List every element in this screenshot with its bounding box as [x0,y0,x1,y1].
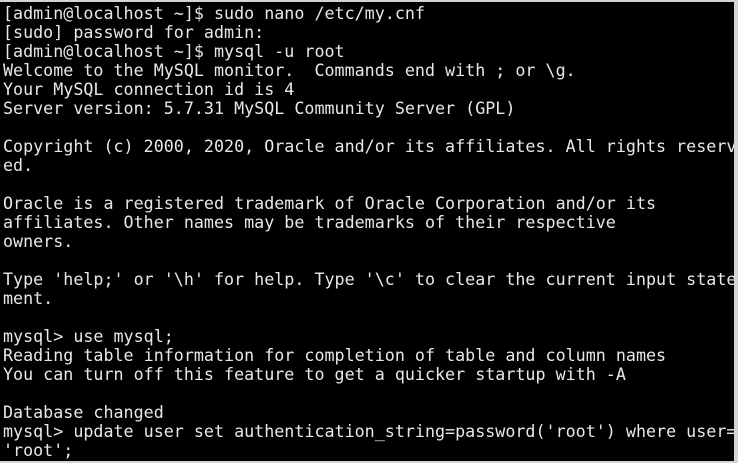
terminal-line: Server version: 5.7.31 MySQL Community S… [3,98,516,118]
terminal-output: [admin@localhost ~]$ sudo nano /etc/my.c… [3,4,734,460]
terminal-line: Welcome to the MySQL monitor. Commands e… [3,60,576,80]
terminal-line: Reading table information for completion… [3,345,667,365]
terminal-line: mysql> update user set authentication_st… [3,421,734,441]
terminal-line: ment. [3,288,54,308]
terminal-line: Copyright (c) 2000, 2020, Oracle and/or … [3,136,734,156]
terminal-line: mysql> use mysql; [3,326,174,346]
terminal-line: [admin@localhost ~]$ mysql -u root [3,41,345,61]
terminal-line: affiliates. Other names may be trademark… [3,212,616,232]
terminal-line: owners. [3,231,74,251]
terminal-line: [sudo] password for admin: [3,22,265,42]
terminal-line: Oracle is a registered trademark of Orac… [3,193,657,213]
terminal-window[interactable]: [admin@localhost ~]$ sudo nano /etc/my.c… [0,2,734,461]
terminal-line: Type 'help;' or '\h' for help. Type '\c'… [3,269,734,289]
terminal-line: 'root'; [3,440,74,460]
terminal-line: Your MySQL connection id is 4 [3,79,295,99]
terminal-line: [admin@localhost ~]$ sudo nano /etc/my.c… [3,3,425,23]
terminal-line: ed. [3,155,34,175]
terminal-line: You can turn off this feature to get a q… [3,364,626,384]
terminal-line: Database changed [3,402,164,422]
